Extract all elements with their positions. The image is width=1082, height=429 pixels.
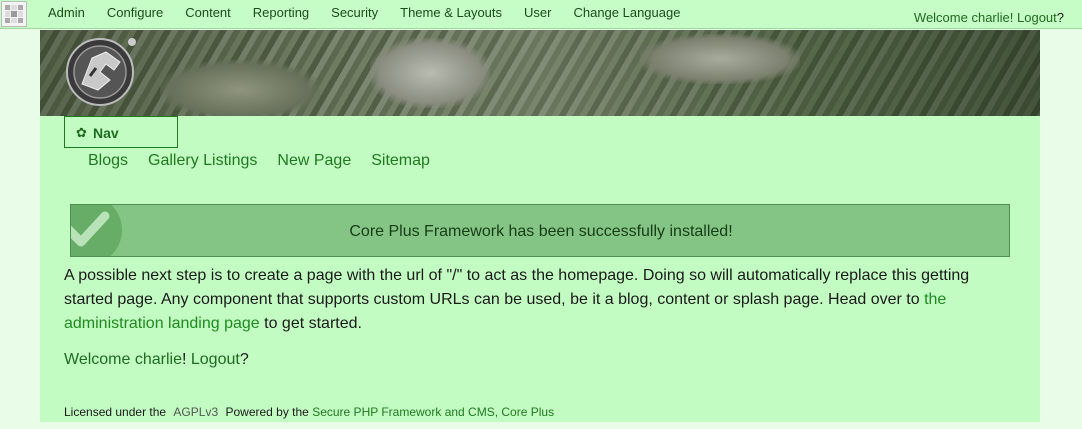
user-profile-link[interactable]: charlie (971, 10, 1009, 25)
admin-menu-admin[interactable]: Admin (48, 5, 85, 21)
admin-menu-reporting[interactable]: Reporting (253, 5, 309, 21)
core-plus-logo[interactable] (62, 32, 142, 108)
welcome-user-link[interactable]: charlie (135, 351, 182, 368)
welcome-logout-link[interactable]: Logout (191, 351, 240, 368)
admin-menu-user[interactable]: User (524, 5, 551, 21)
footer-coreplus-link[interactable]: Secure PHP Framework and CMS, Core Plus (312, 405, 554, 419)
intro-text-end: to get started. (259, 315, 362, 332)
nav-link-gallery-listings[interactable]: Gallery Listings (148, 151, 257, 171)
welcome-prefix: Welcome (913, 10, 972, 25)
admin-bar-welcome: Welcome charlie! Logout? (914, 10, 1064, 26)
page-container: ✿ Nav Blogs Gallery Listings New Page Si… (40, 30, 1040, 422)
footer-licensed-text: Licensed under the (64, 405, 167, 419)
nav-links: Blogs Gallery Listings New Page Sitemap (88, 151, 450, 171)
welcome-sep: ! (181, 351, 191, 368)
admin-menu-security[interactable]: Security (331, 5, 378, 21)
nav-link-sitemap[interactable]: Sitemap (371, 151, 430, 171)
intro-paragraph: A possible next step is to create a page… (64, 264, 1014, 336)
logout-link[interactable]: Logout (1017, 10, 1057, 25)
site-header-banner (40, 30, 1040, 116)
welcome-message: Welcome charlie! Logout? (64, 349, 249, 371)
admin-menu-configure[interactable]: Configure (107, 5, 163, 21)
grid-icon (5, 5, 23, 23)
welcome-prefix-link[interactable]: Welcome (64, 351, 135, 368)
welcome-question: ? (239, 351, 249, 368)
success-message: Core Plus Framework has been successfull… (70, 204, 1010, 257)
nav-link-blogs[interactable]: Blogs (88, 151, 128, 171)
nav-widget-header[interactable]: ✿ Nav (64, 116, 178, 148)
welcome-question: ? (1056, 10, 1064, 25)
admin-bar: Admin Configure Content Reporting Securi… (0, 0, 1082, 29)
welcome-sep: ! (1009, 10, 1017, 25)
admin-menu: Admin Configure Content Reporting Securi… (48, 5, 702, 21)
nav-link-new-page[interactable]: New Page (277, 151, 351, 171)
footer-license: AGPLv3 (173, 405, 219, 419)
success-message-text: Core Plus Framework has been successfull… (349, 223, 733, 240)
nav-title: Nav (93, 125, 119, 141)
gear-icon: ✿ (76, 125, 87, 140)
footer: Licensed under the AGPLv3 Powered by the… (64, 405, 554, 419)
admin-menu-theme-layouts[interactable]: Theme & Layouts (400, 5, 502, 21)
admin-bar-toggle[interactable] (1, 1, 27, 27)
footer-powered-text: Powered by the (225, 405, 309, 419)
admin-menu-content[interactable]: Content (185, 5, 231, 21)
intro-text: A possible next step is to create a page… (64, 267, 970, 308)
admin-menu-change-language[interactable]: Change Language (573, 5, 680, 21)
